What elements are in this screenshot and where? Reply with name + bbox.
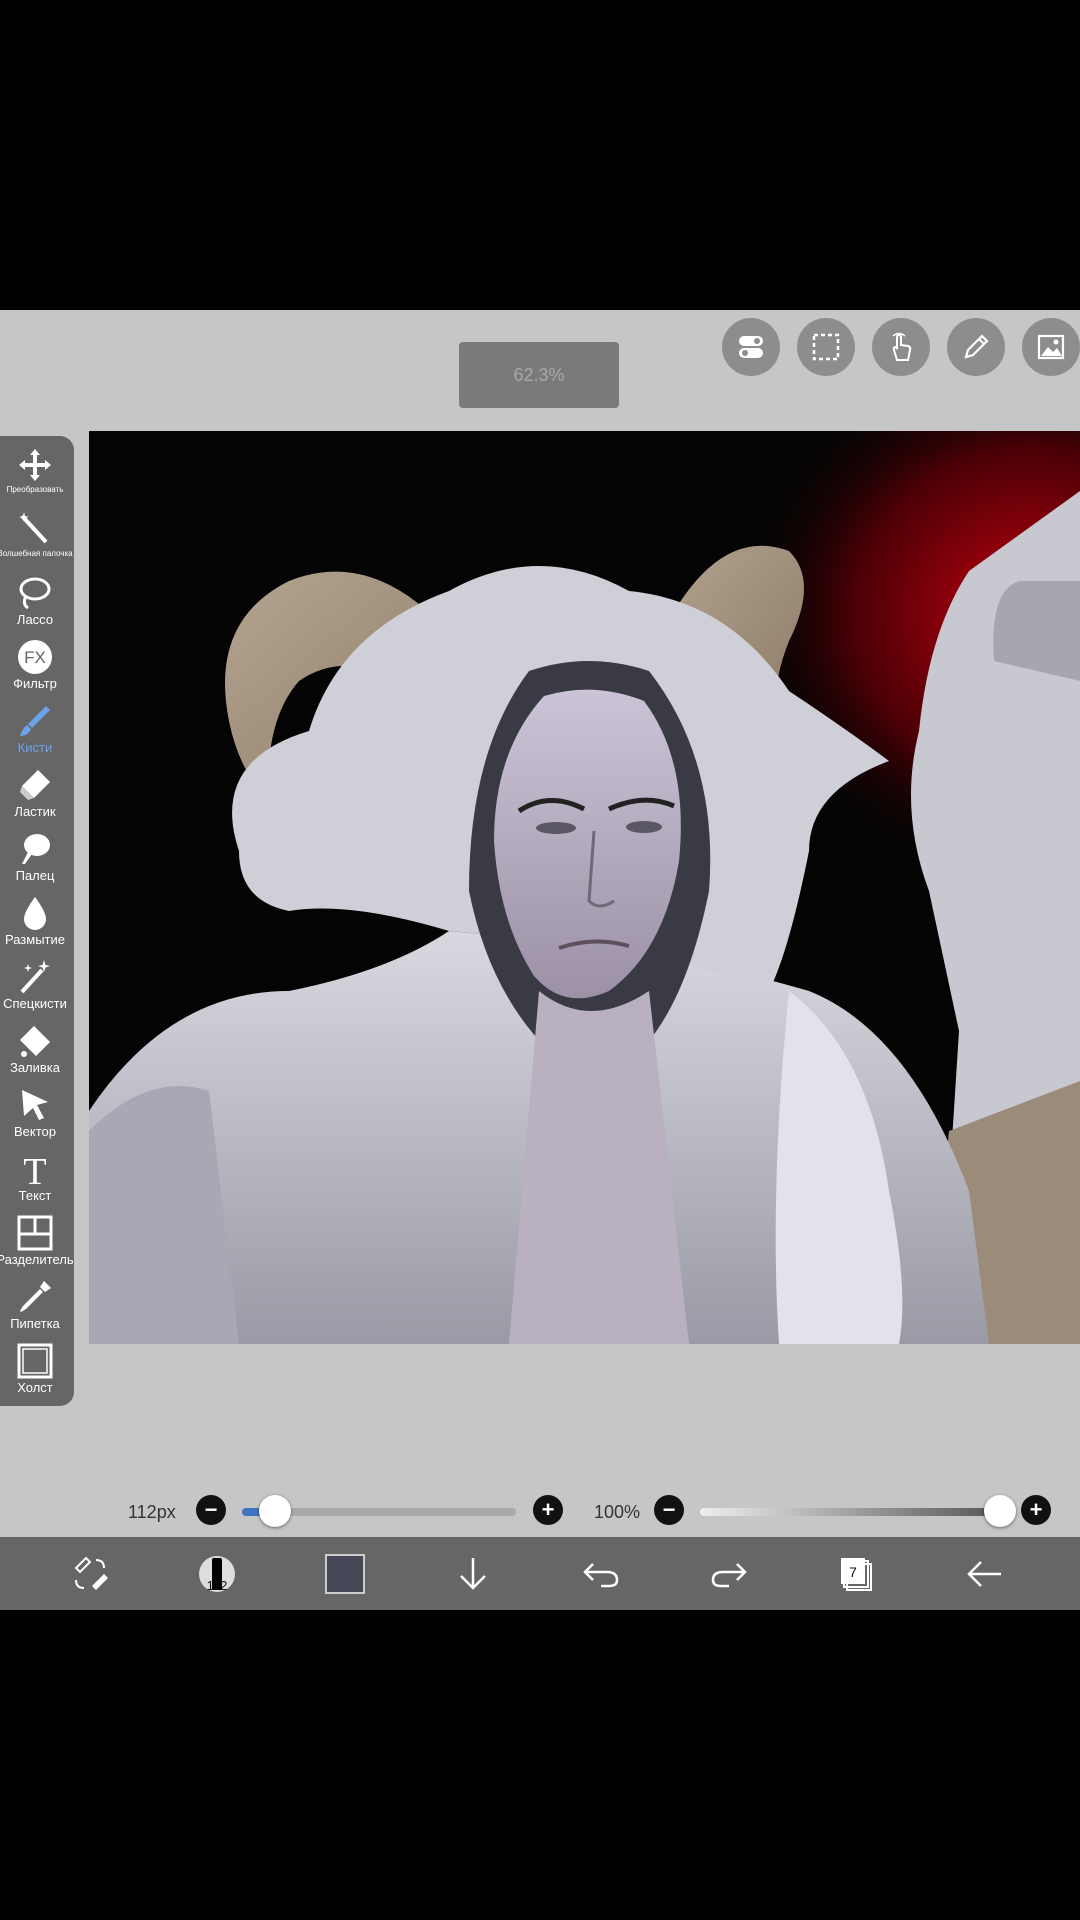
arrow-left-icon <box>967 1561 1001 1587</box>
eyedropper-icon <box>20 1281 51 1312</box>
opacity-plus-button[interactable]: + <box>1021 1495 1051 1525</box>
tool-label: Спецкисти <box>3 996 67 1011</box>
hand-button[interactable] <box>872 318 930 376</box>
app-screen: 62.3% Преобразовать Волшебная палочка Ла… <box>0 310 1080 1610</box>
lasso-icon <box>19 577 51 610</box>
opacity-label: 100% <box>594 1502 641 1522</box>
tool-eyedropper[interactable]: Пипетка <box>0 1278 70 1342</box>
tool-label: Волшебная палочка <box>0 549 73 558</box>
arrow-down-icon <box>460 1558 486 1590</box>
brush-preview-button[interactable]: 112 <box>194 1551 240 1597</box>
tool-label: Пипетка <box>10 1316 60 1331</box>
tool-fill[interactable]: Заливка <box>0 1022 70 1086</box>
tool-eraser[interactable]: Ластик <box>0 766 70 830</box>
tool-label: Заливка <box>9 1060 61 1075</box>
brush-settings-row: 112px − + 100% − + <box>0 1490 1080 1530</box>
top-toolbar <box>722 318 1080 376</box>
current-color-swatch <box>325 1554 365 1594</box>
tool-text[interactable]: T Текст <box>0 1150 70 1214</box>
download-button[interactable] <box>450 1551 496 1597</box>
tool-lasso[interactable]: Лассо <box>0 574 70 638</box>
tool-canvas[interactable]: Холст <box>0 1342 70 1406</box>
drawing-canvas[interactable] <box>89 431 1080 1344</box>
tool-label: Кисти <box>17 740 53 755</box>
toggle-icon <box>739 336 763 358</box>
tool-magic-wand[interactable]: Волшебная палочка <box>0 510 73 574</box>
back-button[interactable] <box>962 1551 1008 1597</box>
tool-label: Холст <box>17 1380 53 1395</box>
selection-icon <box>812 333 840 361</box>
undo-button[interactable] <box>578 1551 624 1597</box>
tool-label: Палец <box>15 868 55 883</box>
layers-icon: 7 <box>841 1558 872 1591</box>
tool-filter[interactable]: FX Фильтр <box>0 638 70 702</box>
tool-label: Разделитель <box>0 1252 74 1267</box>
smudge-icon <box>22 834 50 864</box>
eraser-icon <box>20 770 50 800</box>
tool-brush[interactable]: Кисти <box>0 702 70 766</box>
zoom-indicator: 62.3% <box>459 342 619 408</box>
tool-label: Вектор <box>13 1124 56 1139</box>
tool-label: Фильтр <box>13 676 57 691</box>
hand-icon <box>892 332 912 361</box>
tool-label: Преобразовать <box>6 485 64 494</box>
opacity-knob[interactable] <box>984 1495 1016 1527</box>
tool-special-brush[interactable]: Спецкисти <box>0 958 70 1022</box>
svg-text:FX: FX <box>24 648 46 667</box>
bottom-toolbar: 112 7 <box>0 1537 1080 1610</box>
quick-tool-button[interactable] <box>67 1551 113 1597</box>
artwork-illustration <box>89 431 1080 1344</box>
tool-vector[interactable]: Вектор <box>0 1086 70 1150</box>
brush-size-knob[interactable] <box>258 1495 291 1527</box>
selection-button[interactable] <box>797 318 855 376</box>
tool-label: Текст <box>18 1188 52 1203</box>
undo-icon <box>583 1563 619 1588</box>
redo-icon <box>711 1563 747 1588</box>
svg-text:7: 7 <box>849 1564 857 1580</box>
brush-size-minus-button[interactable]: − <box>196 1495 226 1525</box>
move-arrows-icon <box>19 449 51 481</box>
layers-button[interactable]: 7 <box>834 1551 880 1597</box>
toggle-button[interactable] <box>722 318 780 376</box>
tool-blur[interactable]: Размытие <box>0 894 70 958</box>
opacity-minus-button[interactable]: − <box>654 1495 684 1525</box>
tool-label: Лассо <box>16 612 54 627</box>
tool-divider[interactable]: Разделитель <box>0 1214 74 1278</box>
brush-size-label: 112px <box>128 1502 176 1522</box>
left-toolbar: Преобразовать Волшебная палочка Лассо FX… <box>0 436 74 1406</box>
brush-eraser-swap-icon <box>74 1556 108 1590</box>
tool-transform[interactable]: Преобразовать <box>0 446 70 510</box>
svg-text:112: 112 <box>207 1578 228 1593</box>
brush-preview-icon: 112 <box>199 1556 235 1593</box>
droplet-icon <box>24 897 46 930</box>
fill-bucket-icon <box>20 1026 50 1057</box>
brush-size-plus-button[interactable]: + <box>533 1495 563 1525</box>
magic-wand-icon <box>19 512 48 544</box>
tool-label: Размытие <box>4 932 65 947</box>
pencil-button[interactable] <box>947 318 1005 376</box>
cursor-arrow-icon <box>22 1090 48 1120</box>
tool-label: Ластик <box>14 804 56 819</box>
color-picker-button[interactable] <box>322 1551 368 1597</box>
canvas-frame-icon <box>17 1343 53 1379</box>
image-button[interactable] <box>1022 318 1080 376</box>
sparkle-wand-icon <box>20 960 50 994</box>
pencil-icon <box>964 334 989 359</box>
tool-finger[interactable]: Палец <box>0 830 70 894</box>
opacity-slider[interactable] <box>700 1508 1000 1516</box>
brush-icon <box>20 706 50 736</box>
fx-icon: FX <box>18 640 52 674</box>
image-icon <box>1037 334 1065 360</box>
redo-button[interactable] <box>706 1551 752 1597</box>
frame-divider-icon <box>17 1215 53 1251</box>
svg-text:T: T <box>23 1151 46 1188</box>
text-t-icon: T <box>23 1151 46 1188</box>
